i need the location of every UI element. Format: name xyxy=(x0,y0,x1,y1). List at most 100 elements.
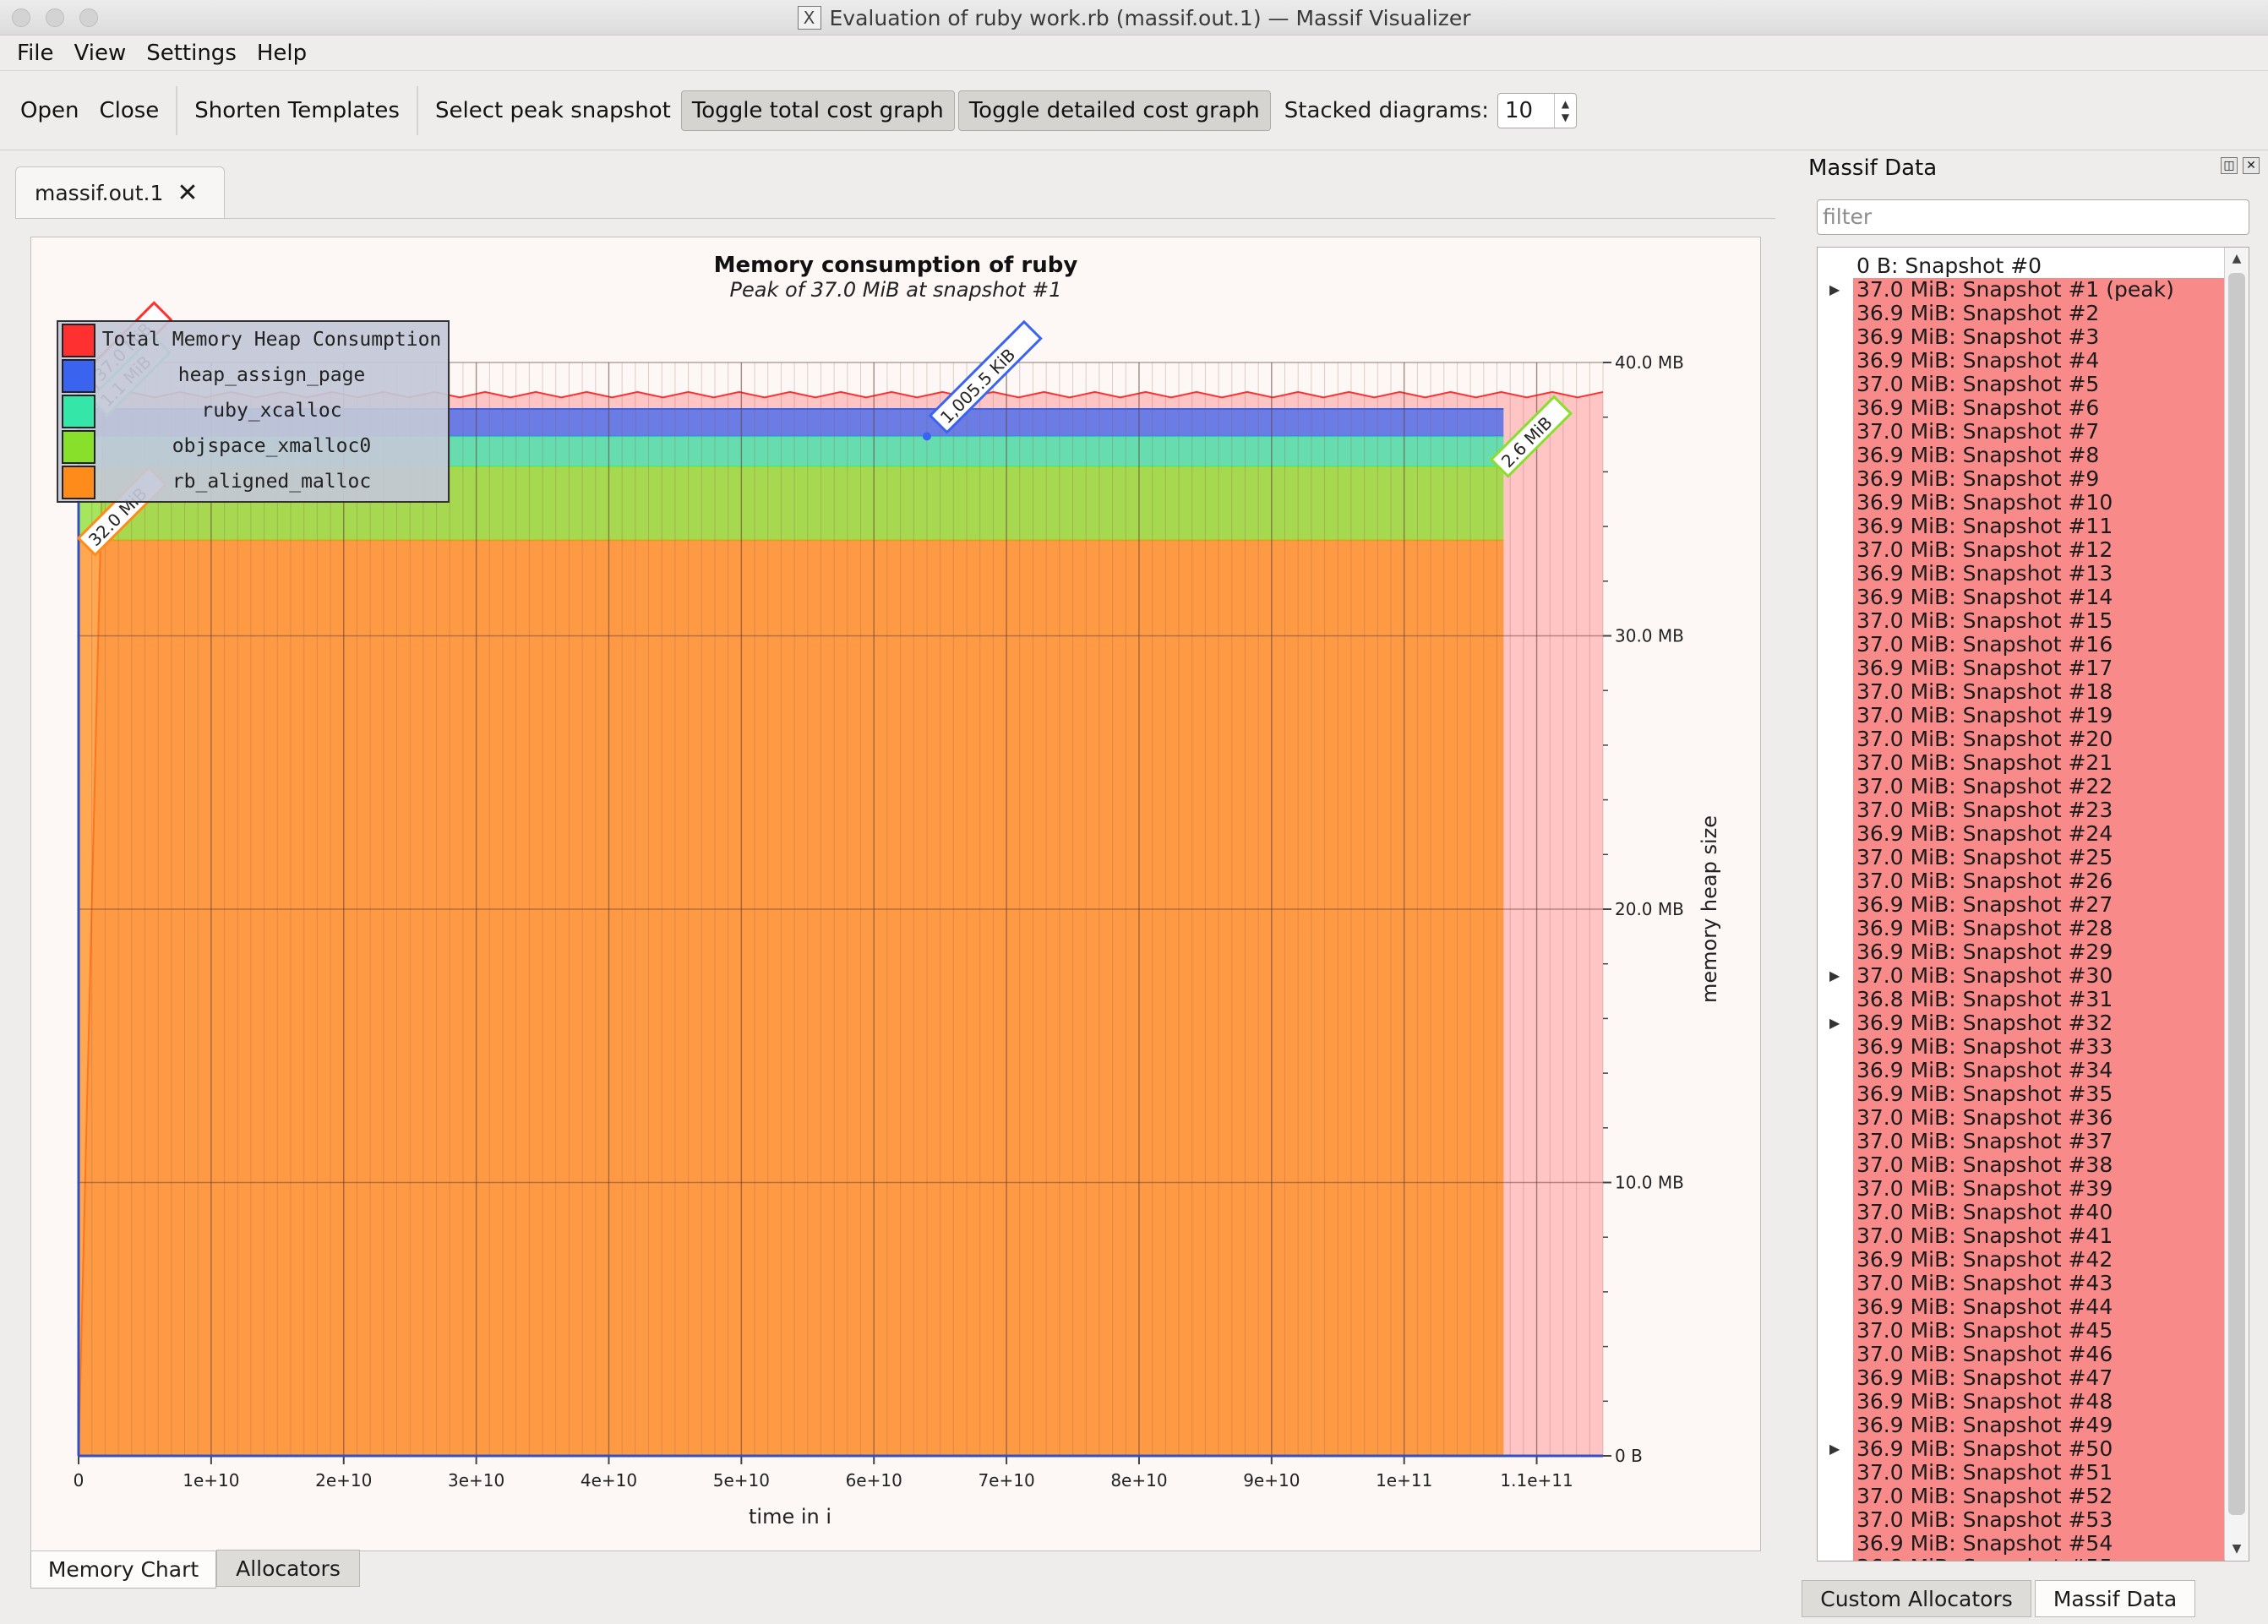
menu-view[interactable]: View xyxy=(64,41,137,66)
snapshot-row[interactable]: ▶ 36.9 MiB: Snapshot #32 xyxy=(1818,1011,2225,1035)
snapshot-row[interactable]: 37.0 MiB: Snapshot #5 xyxy=(1818,373,2225,396)
menu-settings[interactable]: Settings xyxy=(136,41,247,66)
series-band-rb-aligned-malloc[interactable] xyxy=(79,540,1504,1456)
snapshot-row[interactable]: 37.0 MiB: Snapshot #22 xyxy=(1818,775,2225,798)
menu-help[interactable]: Help xyxy=(247,41,317,66)
peak-marker[interactable] xyxy=(922,432,931,441)
snapshot-row[interactable]: 37.0 MiB: Snapshot #19 xyxy=(1818,704,2225,728)
snapshot-row[interactable]: 37.0 MiB: Snapshot #16 xyxy=(1818,633,2225,657)
open-button[interactable]: Open xyxy=(10,91,89,130)
snapshot-tree[interactable]: 0 B: Snapshot #0 ▶ 37.0 MiB: Snapshot #1 (… xyxy=(1817,247,2249,1561)
expand-arrow-icon[interactable]: ▶ xyxy=(1829,1011,1846,1035)
snapshot-row[interactable]: 36.9 MiB: Snapshot #8 xyxy=(1818,444,2225,467)
snapshot-row[interactable]: 37.0 MiB: Snapshot #26 xyxy=(1818,869,2225,893)
snapshot-row[interactable]: 37.0 MiB: Snapshot #46 xyxy=(1818,1343,2225,1366)
snapshot-row[interactable]: 37.0 MiB: Snapshot #36 xyxy=(1818,1106,2225,1130)
snapshot-row[interactable]: 36.9 MiB: Snapshot #11 xyxy=(1818,515,2225,538)
snapshot-row[interactable]: 37.0 MiB: Snapshot #43 xyxy=(1818,1272,2225,1295)
snapshot-row[interactable]: 36.9 MiB: Snapshot #29 xyxy=(1818,940,2225,964)
close-button[interactable]: Close xyxy=(89,91,169,130)
float-dock-icon[interactable]: ◫ xyxy=(2221,157,2238,174)
document-tab[interactable]: massif.out.1 ✕ xyxy=(15,166,225,219)
y-tick-label: 10.0 MB xyxy=(1615,1173,1684,1193)
snapshot-row[interactable]: 36.9 MiB: Snapshot #27 xyxy=(1818,893,2225,917)
snapshot-row[interactable]: 37.0 MiB: Snapshot #12 xyxy=(1818,538,2225,562)
snapshot-row[interactable]: 37.0 MiB: Snapshot #45 xyxy=(1818,1319,2225,1343)
snapshot-row[interactable]: 37.0 MiB: Snapshot #25 xyxy=(1818,846,2225,869)
snapshot-row[interactable]: 36.9 MiB: Snapshot #4 xyxy=(1818,349,2225,373)
snapshot-row[interactable]: 36.9 MiB: Snapshot #17 xyxy=(1818,657,2225,680)
snapshot-row[interactable]: 37.0 MiB: Snapshot #23 xyxy=(1818,798,2225,822)
toggle-total-cost-graph-button[interactable]: Toggle total cost graph xyxy=(680,90,955,131)
close-tab-icon[interactable]: ✕ xyxy=(177,178,198,208)
snapshot-row[interactable]: 36.9 MiB: Snapshot #44 xyxy=(1818,1295,2225,1319)
tab-allocators[interactable]: Allocators xyxy=(216,1550,360,1587)
snapshot-row[interactable]: 0 B: Snapshot #0 xyxy=(1818,254,2225,278)
tab-custom-allocators-label: Custom Allocators xyxy=(1820,1586,2013,1611)
snapshot-row[interactable]: 36.9 MiB: Snapshot #34 xyxy=(1818,1059,2225,1082)
filter-input[interactable]: filter xyxy=(1817,199,2249,235)
shorten-templates-button[interactable]: Shorten Templates xyxy=(184,91,410,130)
legend-item[interactable]: Total Memory Heap Consumption xyxy=(58,322,448,357)
tab-memory-chart[interactable]: Memory Chart xyxy=(30,1551,216,1589)
snapshot-row[interactable]: 37.0 MiB: Snapshot #52 xyxy=(1818,1485,2225,1508)
snapshot-row[interactable]: ▶ 36.9 MiB: Snapshot #50 xyxy=(1818,1437,2225,1461)
snapshot-row[interactable]: 36.9 MiB: Snapshot #28 xyxy=(1818,917,2225,940)
snapshot-row[interactable]: 37.0 MiB: Snapshot #51 xyxy=(1818,1461,2225,1485)
snapshot-row[interactable]: 36.9 MiB: Snapshot #9 xyxy=(1818,467,2225,491)
legend-item[interactable]: rb_aligned_malloc xyxy=(58,464,448,499)
snapshot-row[interactable]: 37.0 MiB: Snapshot #21 xyxy=(1818,751,2225,775)
snapshot-row[interactable]: 37.0 MiB: Snapshot #53 xyxy=(1818,1508,2225,1532)
tree-scrollbar[interactable]: ▲ ▼ xyxy=(2224,248,2249,1560)
snapshot-row[interactable]: 37.0 MiB: Snapshot #41 xyxy=(1818,1224,2225,1248)
close-dock-icon[interactable]: ✕ xyxy=(2243,157,2260,174)
scroll-down-icon[interactable]: ▼ xyxy=(2225,1538,2249,1560)
snapshot-row[interactable]: 37.0 MiB: Snapshot #39 xyxy=(1818,1177,2225,1201)
snapshot-row[interactable]: 37.0 MiB: Snapshot #18 xyxy=(1818,680,2225,704)
expand-arrow-icon[interactable]: ▶ xyxy=(1829,278,1846,302)
stacked-diagrams-value[interactable]: 10 xyxy=(1498,98,1556,123)
snapshot-row[interactable]: 36.9 MiB: Snapshot #10 xyxy=(1818,491,2225,515)
snapshot-row[interactable]: 37.0 MiB: Snapshot #20 xyxy=(1818,728,2225,751)
snapshot-row[interactable]: 36.9 MiB: Snapshot #54 xyxy=(1818,1532,2225,1556)
snapshot-row[interactable]: 36.9 MiB: Snapshot #24 xyxy=(1818,822,2225,846)
snapshot-row[interactable]: 36.9 MiB: Snapshot #47 xyxy=(1818,1366,2225,1390)
snapshot-row[interactable]: 36.9 MiB: Snapshot #6 xyxy=(1818,396,2225,420)
snapshot-row[interactable]: 36.9 MiB: Snapshot #49 xyxy=(1818,1414,2225,1437)
snapshot-row[interactable]: 36.9 MiB: Snapshot #14 xyxy=(1818,586,2225,609)
tab-massif-data[interactable]: Massif Data xyxy=(2035,1580,2195,1617)
snapshot-row[interactable]: 36.9 MiB: Snapshot #48 xyxy=(1818,1390,2225,1414)
snapshot-row[interactable]: ▶ 37.0 MiB: Snapshot #30 xyxy=(1818,964,2225,988)
expand-arrow-icon[interactable]: ▶ xyxy=(1829,964,1846,988)
expand-arrow-icon[interactable]: ▶ xyxy=(1829,1437,1846,1461)
snapshot-row[interactable]: 36.9 MiB: Snapshot #35 xyxy=(1818,1082,2225,1106)
snapshot-row[interactable]: 36.9 MiB: Snapshot #55 xyxy=(1818,1556,2225,1561)
menu-bar: File View Settings Help xyxy=(0,35,2268,71)
legend-item[interactable]: heap_assign_page xyxy=(58,357,448,393)
toggle-detailed-cost-graph-button[interactable]: Toggle detailed cost graph xyxy=(957,90,1271,131)
snapshot-row[interactable]: 36.9 MiB: Snapshot #42 xyxy=(1818,1248,2225,1272)
snapshot-row[interactable]: 36.9 MiB: Snapshot #3 xyxy=(1818,325,2225,349)
scroll-thumb[interactable] xyxy=(2228,273,2245,1515)
select-peak-snapshot-button[interactable]: Select peak snapshot xyxy=(425,91,681,130)
stacked-diagrams-spinbox[interactable]: 10 ▲ ▼ xyxy=(1497,92,1577,128)
snapshot-row[interactable]: 37.0 MiB: Snapshot #38 xyxy=(1818,1153,2225,1177)
snapshot-row[interactable]: 37.0 MiB: Snapshot #7 xyxy=(1818,420,2225,444)
snapshot-row[interactable]: 37.0 MiB: Snapshot #15 xyxy=(1818,609,2225,633)
snapshot-row[interactable]: 36.8 MiB: Snapshot #31 xyxy=(1818,988,2225,1011)
legend-item[interactable]: objspace_xmalloc0 xyxy=(58,428,448,464)
legend-item[interactable]: ruby_xcalloc xyxy=(58,393,448,428)
snapshot-row[interactable]: 37.0 MiB: Snapshot #40 xyxy=(1818,1201,2225,1224)
snapshot-row[interactable]: 36.9 MiB: Snapshot #2 xyxy=(1818,302,2225,325)
spin-arrows-icon[interactable]: ▲ ▼ xyxy=(1554,93,1576,128)
snapshot-row[interactable]: 36.9 MiB: Snapshot #33 xyxy=(1818,1035,2225,1059)
snapshot-row[interactable]: 36.9 MiB: Snapshot #13 xyxy=(1818,562,2225,586)
tab-custom-allocators[interactable]: Custom Allocators xyxy=(1802,1580,2031,1617)
snapshot-label: 36.9 MiB: Snapshot #27 xyxy=(1853,893,2225,917)
scroll-up-icon[interactable]: ▲ xyxy=(2225,248,2249,270)
menu-file[interactable]: File xyxy=(7,41,64,66)
snapshot-row[interactable]: ▶ 37.0 MiB: Snapshot #1 (peak) xyxy=(1818,278,2225,302)
x-tick-label: 1.1e+11 xyxy=(1500,1470,1573,1490)
snapshot-row[interactable]: 37.0 MiB: Snapshot #37 xyxy=(1818,1130,2225,1153)
toolbar-separator xyxy=(416,85,418,135)
